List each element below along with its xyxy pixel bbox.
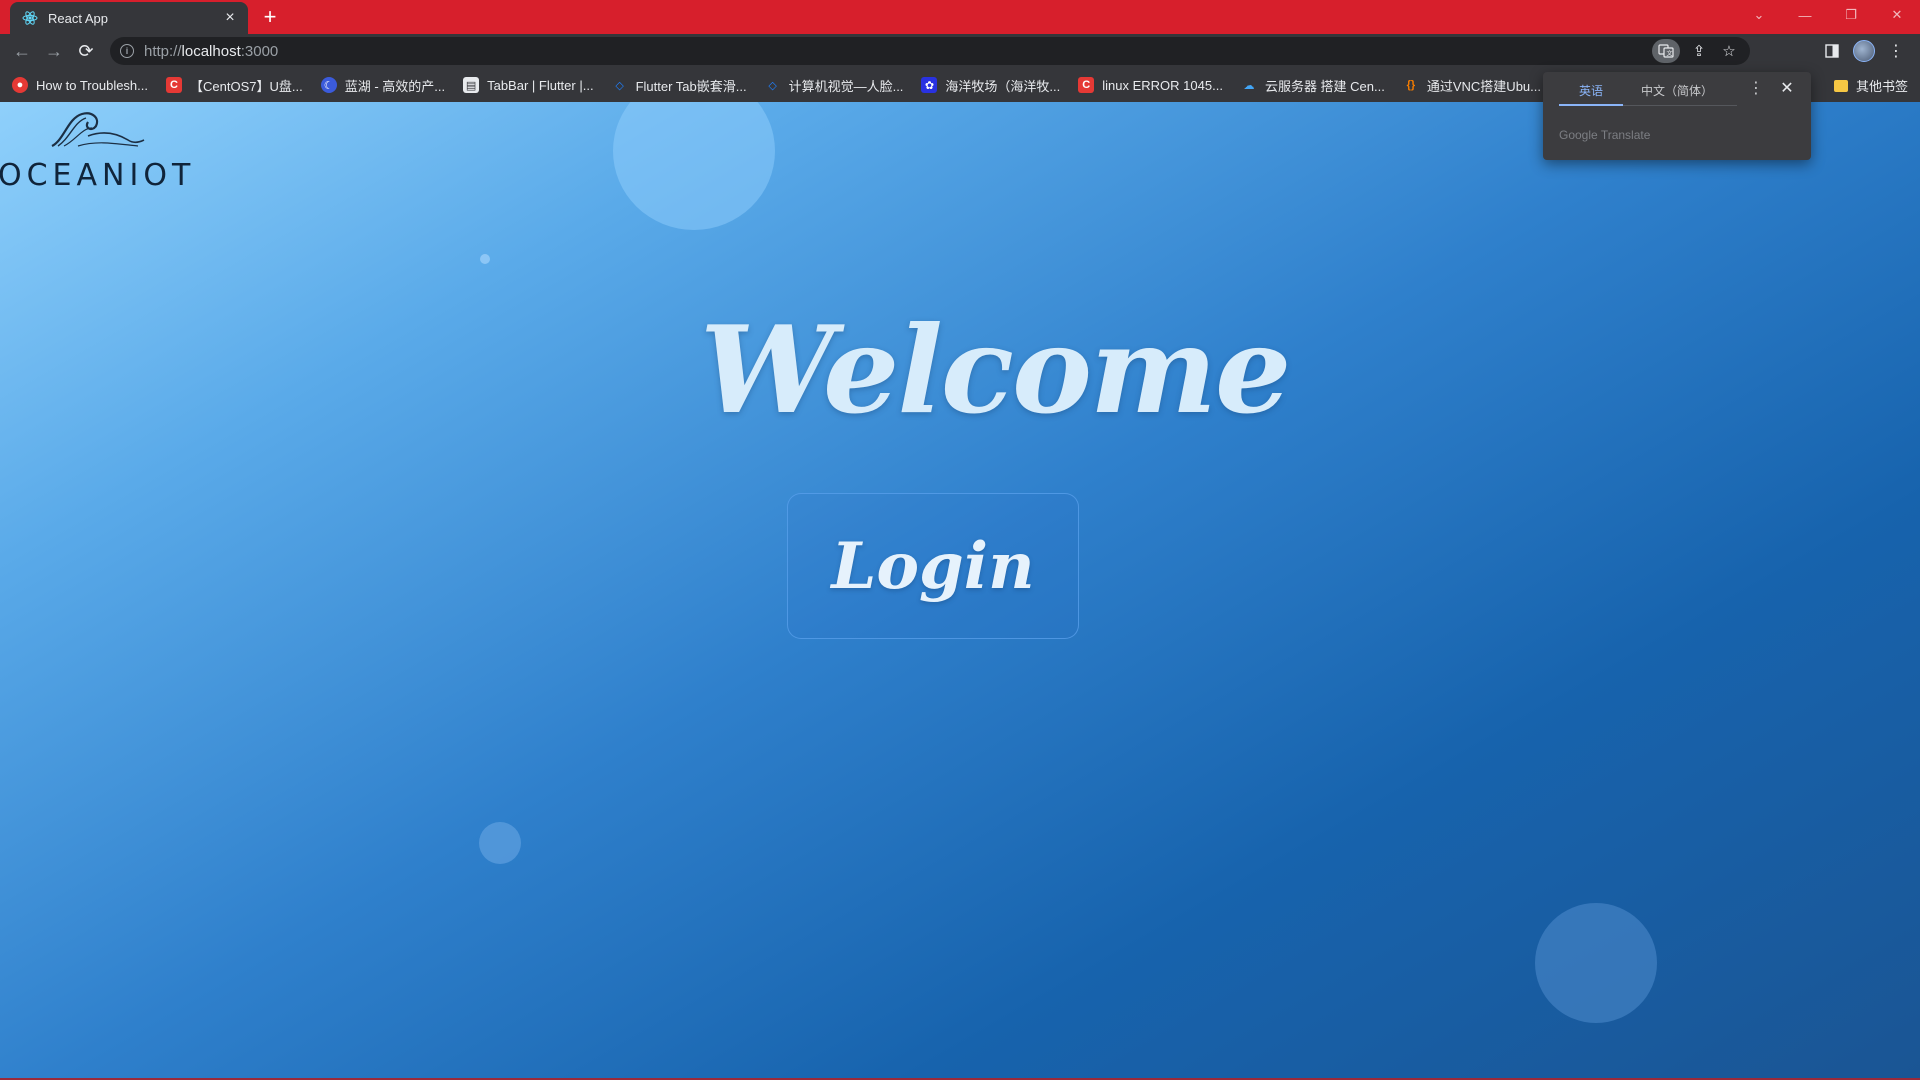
bookmark-item[interactable]: ◇ Flutter Tab嵌套滑...	[612, 76, 746, 95]
bookmark-item[interactable]: C 【CentOS7】U盘...	[166, 76, 303, 95]
restore-button[interactable]: ❐	[1828, 0, 1874, 30]
bookmark-item[interactable]: {} 通过VNC搭建Ubu...	[1403, 76, 1541, 95]
tab-close-icon[interactable]: ×	[220, 8, 240, 28]
bookmark-item[interactable]: ▤ TabBar | Flutter |...	[463, 77, 594, 93]
wave-icon	[51, 112, 145, 147]
translate-close-icon[interactable]: ✕	[1777, 80, 1797, 100]
red-circle-icon: ●	[12, 77, 28, 93]
page-icon: ▤	[463, 77, 480, 93]
csdn-icon: C	[1078, 77, 1095, 93]
bookmark-item[interactable]: ☁ 云服务器 搭建 Cen...	[1241, 76, 1384, 95]
decorative-bubble	[479, 822, 521, 864]
code-icon: {}	[1406, 79, 1416, 91]
bookmark-item[interactable]: ◇ 计算机视觉—人脸...	[765, 76, 903, 95]
login-button[interactable]: Login	[787, 493, 1079, 639]
browser-tab[interactable]: React App ×	[10, 2, 248, 34]
share-icon[interactable]: ⇪	[1684, 39, 1714, 63]
back-button[interactable]: ←	[6, 35, 38, 67]
page-viewport: OCEANIOT Welcome Login	[0, 102, 1920, 1078]
juejin-icon: ◇	[615, 79, 624, 92]
minimize-button[interactable]: —	[1782, 0, 1828, 30]
bookmark-item[interactable]: Clinux ERROR 1045...	[1078, 77, 1223, 93]
close-window-button[interactable]: ✕	[1874, 0, 1920, 30]
lanhu-icon: ☾	[320, 77, 337, 93]
browser-toolbar: ← → ⟳ i http://localhost:3000 文 ⇪ ☆ ⋮	[0, 34, 1920, 68]
browser-menu-icon[interactable]: ⋮	[1880, 39, 1912, 63]
right-toolbar: ⋮	[1816, 39, 1912, 63]
logo-text: OCEANIOT	[0, 158, 196, 193]
site-info-icon[interactable]: i	[120, 44, 134, 58]
side-panel-icon[interactable]	[1816, 39, 1848, 63]
url-port: :3000	[240, 42, 279, 60]
new-tab-button[interactable]: +	[258, 6, 282, 30]
translate-icon[interactable]: 文	[1652, 39, 1680, 63]
translate-options-icon[interactable]: ⋮	[1746, 80, 1766, 100]
tab-strip: React App × + ⌄ — ❐ ✕	[0, 0, 1920, 34]
avatar	[1853, 40, 1875, 62]
juejin-icon: ◇	[768, 79, 777, 92]
svg-text:文: 文	[1667, 50, 1673, 58]
url-text[interactable]: http://localhost:3000	[144, 43, 278, 60]
bookmark-item[interactable]: ☾ 蓝湖 - 高效的产...	[320, 76, 445, 95]
csdn-icon: C	[166, 77, 182, 93]
decorative-bubble	[1535, 903, 1657, 1023]
bookmark-item[interactable]: ✿ 海洋牧场（海洋牧...	[921, 76, 1060, 95]
window-controls: ⌄ — ❐ ✕	[1736, 0, 1920, 30]
reload-button[interactable]: ⟳	[70, 35, 102, 67]
folder-icon	[1833, 79, 1848, 92]
translate-language-tabs: 英语 中文（简体）	[1559, 72, 1737, 106]
url-host: localhost	[181, 42, 241, 60]
oceaniot-logo[interactable]: OCEANIOT	[0, 102, 200, 193]
tab-source-language[interactable]: 英语	[1559, 82, 1623, 106]
translate-popup: 英语 中文（简体） ⋮ ✕ Google Translate	[1543, 72, 1811, 160]
login-button-label: Login	[831, 528, 1035, 604]
profile-avatar[interactable]	[1848, 39, 1880, 63]
omnibox-actions: 文 ⇪ ☆	[1652, 39, 1744, 63]
cloud-icon: ☁	[1243, 79, 1255, 92]
bookmark-item[interactable]: ● How to Troublesh...	[12, 77, 148, 93]
translate-brand: Google Translate	[1559, 128, 1651, 142]
forward-button[interactable]: →	[38, 35, 70, 67]
decorative-bubble	[613, 102, 775, 230]
react-icon	[22, 10, 38, 26]
url-scheme: http://	[144, 42, 182, 60]
welcome-heading: Welcome	[700, 300, 1291, 441]
tab-title: React App	[48, 10, 108, 26]
baidu-icon: ✿	[921, 77, 938, 93]
decorative-bubble	[480, 254, 490, 264]
tab-search-icon[interactable]: ⌄	[1736, 0, 1782, 30]
bookmark-star-icon[interactable]: ☆	[1714, 39, 1744, 63]
tab-target-language[interactable]: 中文（简体）	[1641, 82, 1713, 99]
address-bar[interactable]: i http://localhost:3000 文 ⇪ ☆	[110, 37, 1750, 65]
other-bookmarks[interactable]: 其他书签	[1829, 76, 1908, 95]
